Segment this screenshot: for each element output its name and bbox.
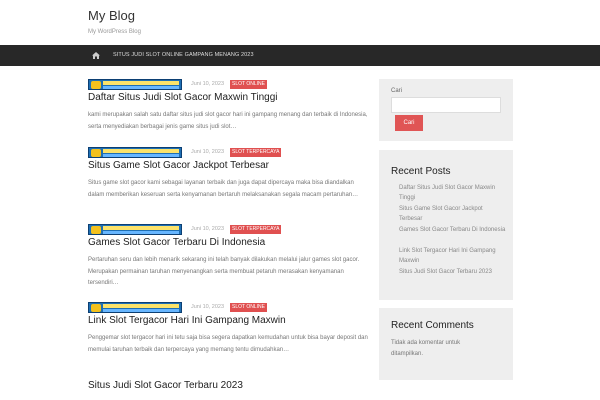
post-excerpt: Penggemar slot tergacor hari ini tetu sa… bbox=[88, 335, 368, 353]
site-title[interactable]: My Blog bbox=[88, 8, 135, 23]
post-item: Juni 10, 2023 SLOT ONLINE Link Slot Terg… bbox=[88, 302, 368, 362]
recent-post-link[interactable]: Link Slot Tergacor Hari Ini Gampang Maxw… bbox=[399, 246, 507, 266]
search-button[interactable]: Cari bbox=[395, 115, 423, 131]
post-date[interactable]: Juni 10, 2023 bbox=[191, 226, 224, 232]
recent-post-link[interactable]: Daftar Situs Judi Slot Gacor Maxwin Ting… bbox=[399, 183, 507, 203]
site-description: My WordPress Blog bbox=[88, 29, 141, 35]
recent-post-link[interactable]: Situs Judi Slot Gacor Terbaru 2023 bbox=[399, 267, 507, 277]
search-widget: Cari Cari bbox=[379, 79, 513, 141]
post-item: Juni 10, 2023 SLOT ONLINE Daftar Situs J… bbox=[88, 79, 368, 139]
recent-post-link[interactable]: Games Slot Gacor Terbaru Di Indonesia bbox=[399, 225, 507, 235]
search-input[interactable] bbox=[391, 97, 501, 113]
post-thumbnail[interactable] bbox=[88, 224, 182, 235]
post-thumbnail[interactable] bbox=[88, 302, 182, 313]
post-category-badge[interactable]: SLOT ONLINE bbox=[230, 303, 267, 312]
post-title[interactable]: Daftar Situs Judi Slot Gacor Maxwin Ting… bbox=[88, 92, 278, 103]
post-thumbnail[interactable] bbox=[88, 79, 182, 90]
post-title[interactable]: Situs Judi Slot Gacor Terbaru 2023 bbox=[88, 380, 243, 391]
no-comments-text: Tidak ada komentar untuk ditampilkan. bbox=[391, 340, 461, 357]
post-date[interactable]: Juni 10, 2023 bbox=[191, 81, 224, 87]
post-category-badge[interactable]: SLOT TERPERCAYA bbox=[230, 225, 282, 234]
recent-posts-widget: Recent Posts Daftar Situs Judi Slot Gaco… bbox=[379, 150, 513, 300]
post-title[interactable]: Link Slot Tergacor Hari Ini Gampang Maxw… bbox=[88, 315, 286, 326]
post-title[interactable]: Situs Game Slot Gacor Jackpot Terbesar bbox=[88, 160, 269, 171]
post-item: Juni 10, 2023 SLOT TERPERCAYA Games Slot… bbox=[88, 224, 368, 294]
post-date[interactable]: Juni 10, 2023 bbox=[191, 149, 224, 155]
home-icon[interactable] bbox=[92, 52, 100, 59]
post-title[interactable]: Games Slot Gacor Terbaru Di Indonesia bbox=[88, 237, 265, 248]
recent-comments-widget: Recent Comments Tidak ada komentar untuk… bbox=[379, 308, 513, 380]
post-excerpt: Situs game slot gacor kami sebagai layan… bbox=[88, 180, 359, 198]
post-category-badge[interactable]: SLOT TERPERCAYA bbox=[230, 148, 282, 157]
post-excerpt: Pertaruhan seru dan lebih menarik sekara… bbox=[88, 257, 360, 286]
post-excerpt: kami merupakan salah satu daftar situs j… bbox=[88, 112, 368, 130]
search-label: Cari bbox=[391, 88, 403, 94]
post-item: Situs Judi Slot Gacor Terbaru 2023 bbox=[88, 369, 368, 400]
site-header: My Blog My WordPress Blog bbox=[0, 0, 600, 45]
recent-comments-title: Recent Comments bbox=[391, 320, 474, 331]
post-date[interactable]: Juni 10, 2023 bbox=[191, 304, 224, 310]
main-navigation: SITUS JUDI SLOT ONLINE GAMPANG MENANG 20… bbox=[0, 45, 600, 66]
recent-posts-title: Recent Posts bbox=[391, 166, 451, 177]
post-thumbnail[interactable] bbox=[88, 147, 182, 158]
nav-item-situs-judi-slot[interactable]: SITUS JUDI SLOT ONLINE GAMPANG MENANG 20… bbox=[113, 52, 254, 58]
post-item: Juni 10, 2023 SLOT TERPERCAYA Situs Game… bbox=[88, 147, 368, 217]
post-category-badge[interactable]: SLOT ONLINE bbox=[230, 80, 267, 89]
recent-post-link[interactable]: Situs Game Slot Gacor Jackpot Terbesar bbox=[399, 204, 507, 224]
